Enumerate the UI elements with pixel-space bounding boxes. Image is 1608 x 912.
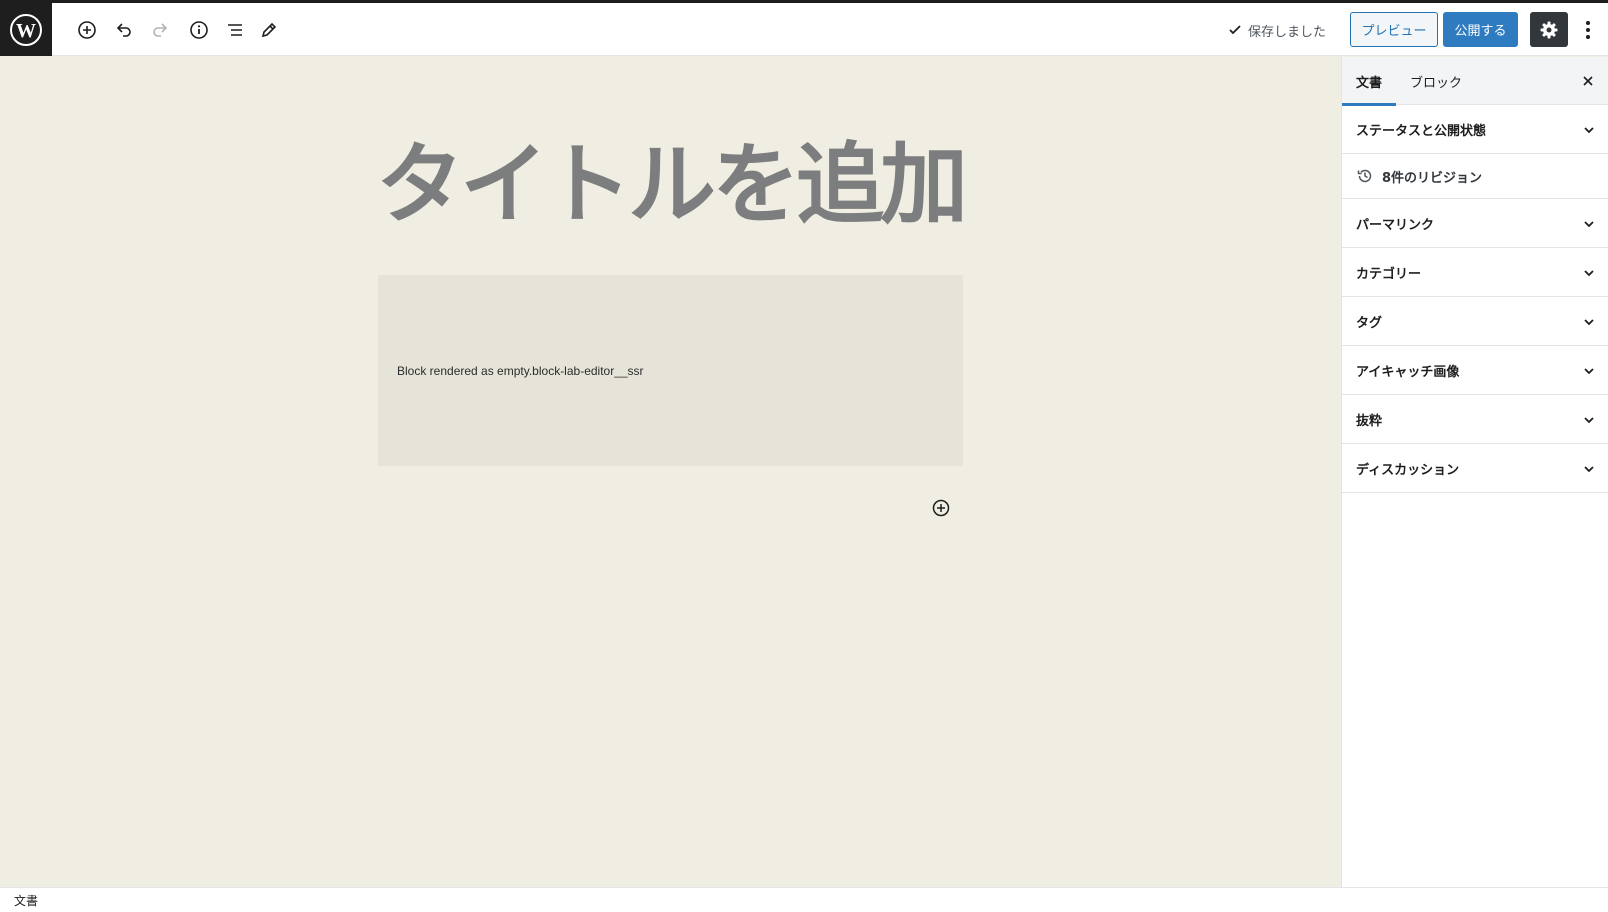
chevron-down-icon (1580, 460, 1598, 478)
panel-permalink[interactable]: パーマリンク (1342, 199, 1608, 248)
tab-block[interactable]: ブロック (1410, 57, 1462, 105)
panel-featured-image[interactable]: アイキャッチ画像 (1342, 346, 1608, 395)
header-toolbar: W 保存しました プレビュー 公開する (0, 3, 1608, 56)
settings-button[interactable] (1530, 12, 1568, 47)
info-button[interactable] (181, 12, 217, 48)
panel-title: ステータスと公開状態 (1356, 123, 1487, 139)
undo-icon (116, 23, 131, 37)
edit-icon (261, 22, 277, 38)
ssr-block[interactable]: Block rendered as empty.block-lab-editor… (378, 275, 963, 466)
editor-canvas: タイトルを追加 Block rendered as empty.block-la… (0, 57, 1341, 887)
add-block-button[interactable] (69, 12, 105, 48)
close-icon (1583, 76, 1593, 86)
breadcrumb-document[interactable]: 文書 (14, 892, 38, 909)
chevron-down-icon (1580, 362, 1598, 380)
panel-title: タグ (1356, 315, 1383, 331)
edit-mode-button[interactable] (251, 12, 287, 48)
footer-breadcrumb: 文書 (0, 887, 1608, 912)
editor-app: W 保存しました プレビュー 公開する タイトルを追加 Block render… (0, 0, 1608, 912)
add-block-icon (932, 499, 950, 517)
publish-button[interactable]: 公開する (1443, 12, 1518, 47)
panel-status-visibility[interactable]: ステータスと公開状態 (1342, 105, 1608, 154)
info-icon (190, 21, 208, 39)
add-block-icon (78, 21, 96, 39)
panel-tags[interactable]: タグ (1342, 297, 1608, 346)
block-inserter-button[interactable] (931, 498, 951, 518)
settings-sidebar: 文書 ブロック ステータスと公開状態 8件のリビジョン パーマリンク カテゴリー… (1341, 57, 1608, 887)
list-view-icon (228, 24, 242, 36)
panel-title: カテゴリー (1356, 266, 1422, 282)
chevron-down-icon (1580, 121, 1598, 139)
panel-discussion[interactable]: ディスカッション (1342, 444, 1608, 493)
panel-title: アイキャッチ画像 (1356, 364, 1460, 380)
redo-button[interactable] (142, 12, 178, 48)
chevron-down-icon (1580, 264, 1598, 282)
undo-button[interactable] (106, 12, 142, 48)
panel-title: 抜粋 (1356, 413, 1383, 429)
revisions-link[interactable]: 8件のリビジョン (1342, 154, 1608, 199)
panel-excerpt[interactable]: 抜粋 (1342, 395, 1608, 444)
preview-button[interactable]: プレビュー (1350, 12, 1438, 47)
list-view-button[interactable] (217, 12, 253, 48)
wordpress-icon: W (10, 13, 42, 46)
panel-title: パーマリンク (1356, 217, 1435, 233)
saved-label: 保存しました (1248, 24, 1327, 40)
chevron-down-icon (1580, 411, 1598, 429)
revisions-label: 8件のリビジョン (1382, 170, 1483, 186)
panel-categories[interactable]: カテゴリー (1342, 248, 1608, 297)
gear-icon (1540, 21, 1558, 38)
check-icon (1229, 25, 1241, 35)
history-icon (1357, 169, 1372, 183)
post-title-input[interactable]: タイトルを追加 (376, 122, 968, 236)
panel-title: ディスカッション (1356, 462, 1460, 478)
tab-document[interactable]: 文書 (1341, 57, 1397, 106)
chevron-down-icon (1580, 313, 1598, 331)
sidebar-tabs: 文書 ブロック (1341, 57, 1608, 106)
ssr-block-text: Block rendered as empty.block-lab-editor… (397, 363, 644, 378)
more-options-button[interactable] (1576, 12, 1600, 47)
svg-text:W: W (16, 20, 36, 42)
chevron-down-icon (1580, 215, 1598, 233)
wordpress-logo-button[interactable]: W (0, 3, 52, 56)
close-sidebar-button[interactable] (1576, 69, 1600, 93)
saved-status: 保存しました (1228, 20, 1326, 40)
redo-icon (153, 23, 168, 37)
more-vertical-icon (1586, 20, 1590, 39)
